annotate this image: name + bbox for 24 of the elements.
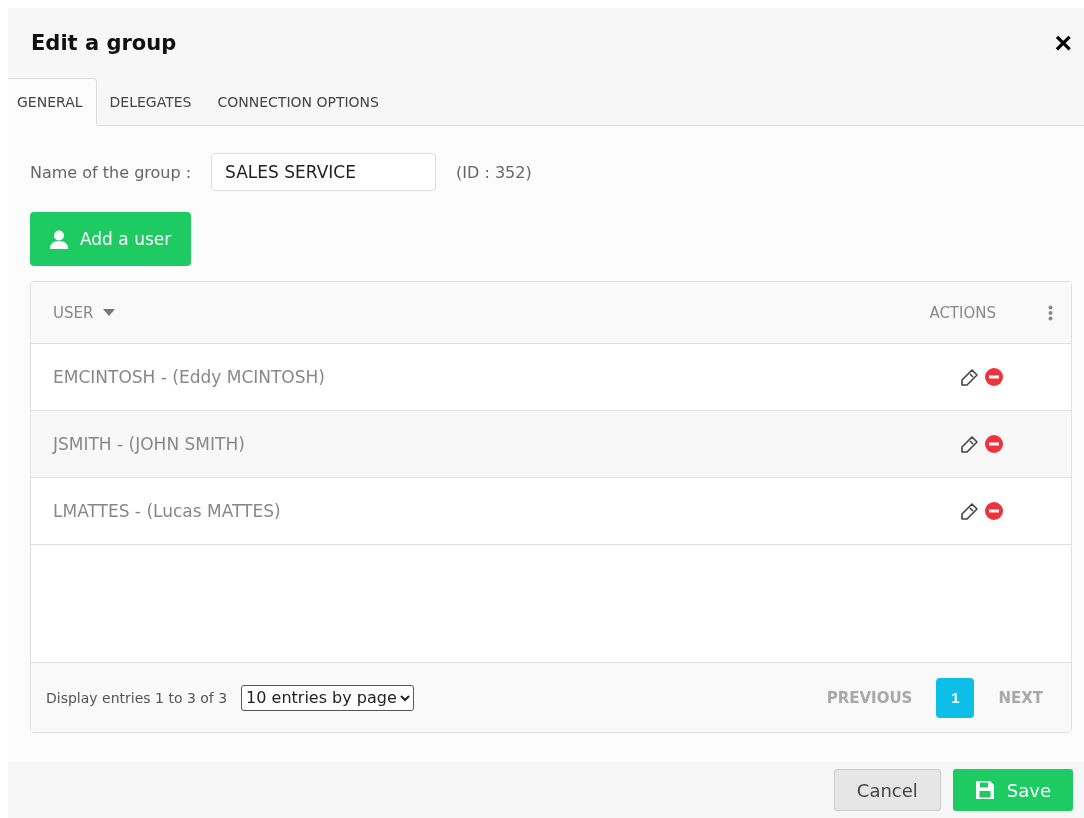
entries-info: Display entries 1 to 3 of 3	[46, 689, 228, 706]
group-id: (ID : 352)	[456, 162, 532, 182]
remove-icon[interactable]	[985, 368, 1003, 386]
table-cell: JSMITH - (JOHN SMITH)	[53, 434, 245, 454]
sort-down-icon	[103, 309, 116, 316]
remove-icon[interactable]	[985, 435, 1003, 453]
tab[interactable]: CONNECTION OPTIONS	[204, 79, 392, 125]
user-icon	[50, 229, 68, 249]
remove-icon[interactable]	[985, 502, 1003, 520]
cancel-button[interactable]: Cancel	[833, 769, 941, 811]
edit-icon[interactable]	[960, 367, 980, 387]
tab[interactable]: GENERAL	[8, 78, 97, 126]
group-name-field[interactable]: SALES SERVICE	[211, 153, 437, 191]
dialog-title: Edit a group	[31, 31, 177, 55]
page-size-select[interactable]: 10 entries by page	[241, 684, 415, 711]
table-cell: EMCINTOSH - (Eddy MCINTOSH)	[53, 367, 325, 387]
edit-icon[interactable]	[960, 434, 980, 454]
field-label: Name of the group :	[30, 162, 192, 182]
edit-icon[interactable]	[960, 501, 980, 521]
table-cell: LMATTES - (Lucas MATTES)	[53, 501, 281, 521]
column-header: ACTIONS	[929, 303, 996, 322]
close-button[interactable]: ×	[1052, 28, 1074, 58]
more-options-icon[interactable]	[1048, 304, 1053, 321]
tab[interactable]: DELEGATES	[96, 79, 205, 125]
